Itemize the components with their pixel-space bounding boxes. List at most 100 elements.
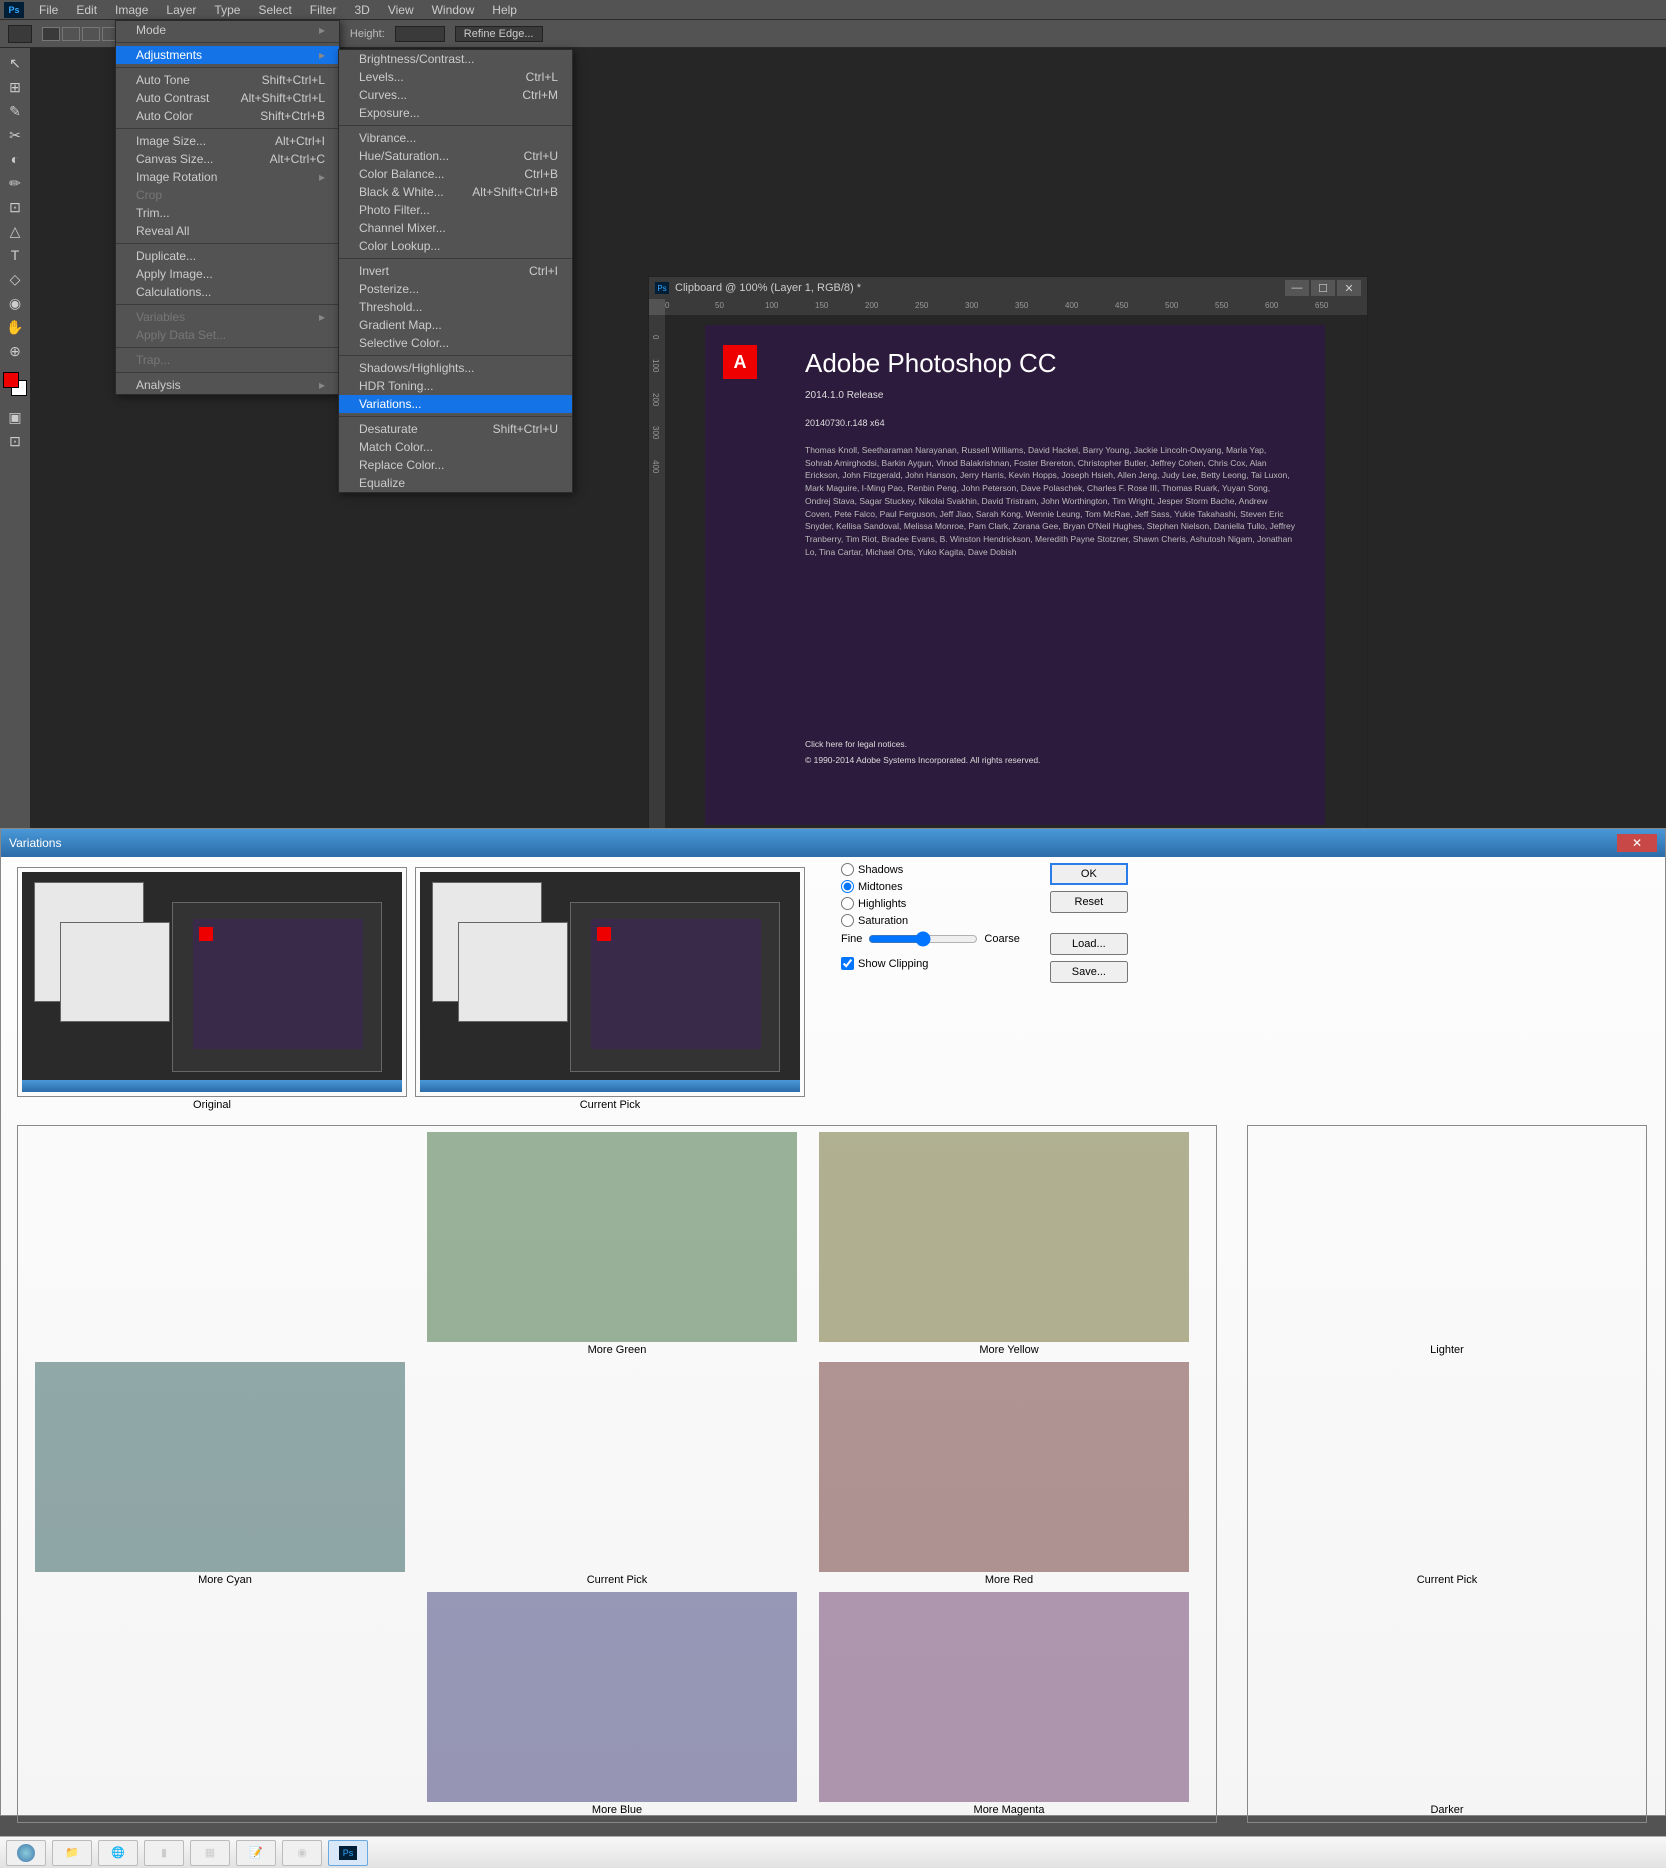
thumb-more-red[interactable]	[819, 1362, 1189, 1572]
menu-item[interactable]: Color Lookup...	[339, 237, 572, 255]
radio-shadows[interactable]: Shadows	[841, 863, 1020, 876]
screenmode-icon[interactable]: ⊡	[2, 430, 28, 452]
radio-saturation[interactable]: Saturation	[841, 914, 1020, 927]
marquee-add-icon[interactable]	[62, 27, 80, 41]
menu-item[interactable]: Reveal All	[116, 222, 339, 240]
menu-item[interactable]: Black & White...Alt+Shift+Ctrl+B	[339, 183, 572, 201]
menu-item[interactable]: Equalize	[339, 474, 572, 492]
menu-item[interactable]: Adjustments▸	[116, 46, 339, 64]
pen-tool-icon[interactable]: ◇	[2, 268, 28, 290]
menu-item[interactable]: Vibrance...	[339, 129, 572, 147]
menu-item[interactable]: Auto ToneShift+Ctrl+L	[116, 71, 339, 89]
menu-item[interactable]: Trim...	[116, 204, 339, 222]
menu-item[interactable]: Duplicate...	[116, 247, 339, 265]
reset-button[interactable]: Reset	[1050, 891, 1128, 913]
menu-item[interactable]: Analysis▸	[116, 376, 339, 394]
menu-item[interactable]: Variations...	[339, 395, 572, 413]
menu-item[interactable]: InvertCtrl+I	[339, 262, 572, 280]
zoom-tool-icon[interactable]: ⊕	[2, 340, 28, 362]
dialog-close-icon[interactable]: ✕	[1617, 834, 1657, 852]
menu-file[interactable]: File	[30, 1, 67, 19]
menu-edit[interactable]: Edit	[67, 1, 106, 19]
menu-item[interactable]: Brightness/Contrast...	[339, 50, 572, 68]
minimize-icon[interactable]: —	[1285, 280, 1309, 296]
menu-window[interactable]: Window	[423, 1, 484, 19]
fg-color-swatch[interactable]	[3, 372, 19, 388]
ok-button[interactable]: OK	[1050, 863, 1128, 885]
menu-3d[interactable]: 3D	[345, 1, 378, 19]
refine-edge-button[interactable]: Refine Edge...	[455, 26, 543, 42]
menu-item[interactable]: Posterize...	[339, 280, 572, 298]
taskbar-chrome[interactable]: ◉	[282, 1840, 322, 1866]
menu-item[interactable]: Hue/Saturation...Ctrl+U	[339, 147, 572, 165]
save-button[interactable]: Save...	[1050, 961, 1128, 983]
menu-item[interactable]: Match Color...	[339, 438, 572, 456]
menu-item[interactable]: Exposure...	[339, 104, 572, 122]
menu-item[interactable]: Gradient Map...	[339, 316, 572, 334]
menu-item[interactable]: Replace Color...	[339, 456, 572, 474]
start-button[interactable]	[6, 1840, 46, 1866]
thumb-more-yellow[interactable]	[819, 1132, 1189, 1342]
menu-item[interactable]: Auto ColorShift+Ctrl+B	[116, 107, 339, 125]
show-clipping-checkbox[interactable]: Show Clipping	[841, 957, 1020, 970]
thumb-current-pick[interactable]	[1262, 1362, 1632, 1572]
radio-midtones[interactable]: Midtones	[841, 880, 1020, 893]
thumb-current-pick-top[interactable]	[420, 872, 800, 1092]
type-tool-icon[interactable]: T	[2, 244, 28, 266]
menu-item[interactable]: Apply Image...	[116, 265, 339, 283]
crop-tool-icon[interactable]: ✂	[2, 124, 28, 146]
menu-help[interactable]: Help	[483, 1, 526, 19]
tool-preset-icon[interactable]	[8, 25, 32, 43]
move-tool-icon[interactable]: ↖	[2, 52, 28, 74]
hand-tool-icon[interactable]: ✋	[2, 316, 28, 338]
about-legal-link[interactable]: Click here for legal notices.	[805, 739, 1295, 751]
thumb-more-magenta[interactable]	[819, 1592, 1189, 1802]
menu-item[interactable]: Levels...Ctrl+L	[339, 68, 572, 86]
marquee-sub-icon[interactable]	[82, 27, 100, 41]
taskbar-ie[interactable]: 🌐	[98, 1840, 138, 1866]
marquee-tool-icon[interactable]: ⊞	[2, 76, 28, 98]
taskbar-photoshop[interactable]: Ps	[328, 1840, 368, 1866]
menu-item[interactable]: DesaturateShift+Ctrl+U	[339, 420, 572, 438]
document-titlebar[interactable]: Ps Clipboard @ 100% (Layer 1, RGB/8) * —…	[649, 277, 1367, 299]
eyedropper-tool-icon[interactable]: ◐	[2, 148, 28, 170]
menu-type[interactable]: Type	[205, 1, 249, 19]
quickmask-icon[interactable]: ▣	[2, 406, 28, 428]
menu-view[interactable]: View	[379, 1, 423, 19]
brush-tool-icon[interactable]: ✏	[2, 172, 28, 194]
thumb-darker[interactable]	[1262, 1592, 1632, 1802]
menu-image[interactable]: Image	[106, 1, 157, 19]
menu-item[interactable]: Shadows/Highlights...	[339, 359, 572, 377]
marquee-rect-icon[interactable]	[42, 27, 60, 41]
color-swatches[interactable]	[3, 372, 27, 396]
thumb-more-blue[interactable]	[427, 1592, 797, 1802]
taskbar-app1[interactable]: ▦	[190, 1840, 230, 1866]
taskbar-notepad[interactable]: 📝	[236, 1840, 276, 1866]
shape-tool-icon[interactable]: ◉	[2, 292, 28, 314]
height-input[interactable]	[395, 26, 445, 42]
menu-item[interactable]: Selective Color...	[339, 334, 572, 352]
gradient-tool-icon[interactable]: △	[2, 220, 28, 242]
menu-filter[interactable]: Filter	[301, 1, 346, 19]
thumb-original[interactable]	[22, 872, 402, 1092]
menu-item[interactable]: Image Rotation▸	[116, 168, 339, 186]
menu-item[interactable]: HDR Toning...	[339, 377, 572, 395]
menu-layer[interactable]: Layer	[157, 1, 205, 19]
taskbar-explorer[interactable]: 📁	[52, 1840, 92, 1866]
close-icon[interactable]: ✕	[1337, 280, 1361, 296]
menu-item[interactable]: Mode▸	[116, 21, 339, 39]
lasso-tool-icon[interactable]: ✎	[2, 100, 28, 122]
thumb-current-pick[interactable]	[427, 1362, 797, 1572]
radio-highlights[interactable]: Highlights	[841, 897, 1020, 910]
variations-titlebar[interactable]: Variations ✕	[1, 829, 1665, 857]
menu-item[interactable]: Photo Filter...	[339, 201, 572, 219]
menu-item[interactable]: Curves...Ctrl+M	[339, 86, 572, 104]
menu-item[interactable]: Canvas Size...Alt+Ctrl+C	[116, 150, 339, 168]
thumb-more-cyan[interactable]	[35, 1362, 405, 1572]
fine-coarse-slider[interactable]	[868, 931, 978, 947]
menu-item[interactable]: Threshold...	[339, 298, 572, 316]
taskbar-cmd[interactable]: ▮	[144, 1840, 184, 1866]
menu-select[interactable]: Select	[249, 1, 300, 19]
menu-item[interactable]: Color Balance...Ctrl+B	[339, 165, 572, 183]
stamp-tool-icon[interactable]: ⊡	[2, 196, 28, 218]
